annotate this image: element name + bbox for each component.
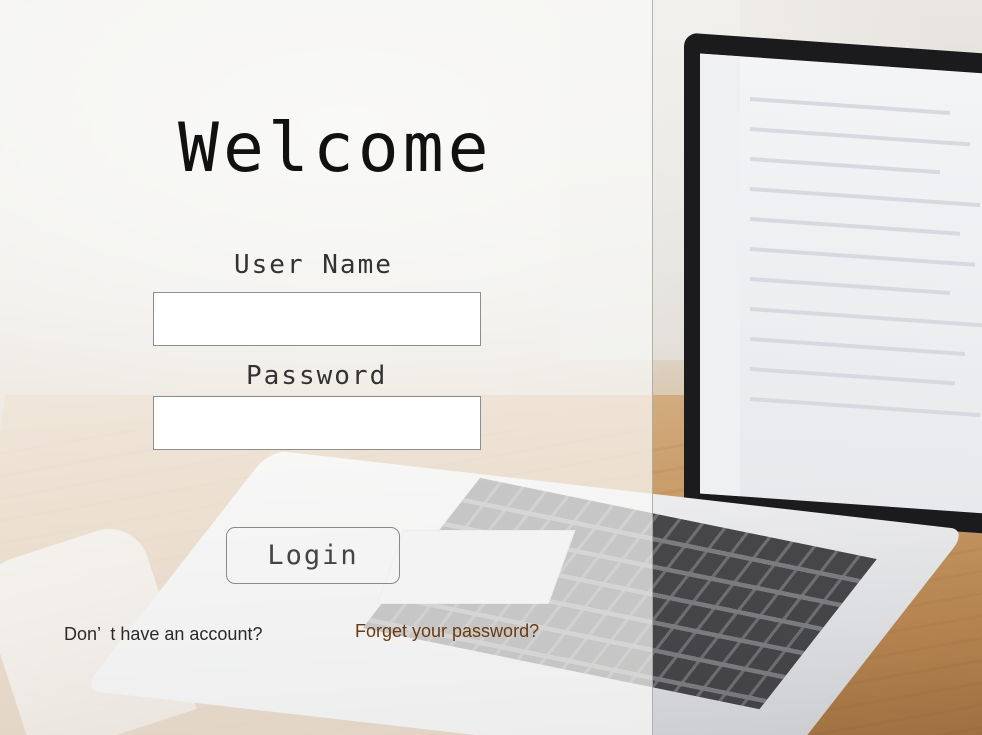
laptop-display-row bbox=[750, 97, 950, 115]
laptop-display-row bbox=[750, 367, 955, 386]
page-title: Welcome bbox=[178, 109, 493, 188]
laptop-display-row bbox=[750, 127, 970, 147]
laptop-display-row bbox=[750, 277, 950, 295]
laptop-display-row bbox=[750, 307, 982, 328]
password-label: Password bbox=[246, 361, 388, 391]
laptop-display-row bbox=[750, 217, 960, 236]
signup-link[interactable]: Don’ t have an account? bbox=[64, 624, 262, 645]
laptop-display-row bbox=[750, 397, 980, 418]
username-input[interactable] bbox=[153, 292, 481, 346]
login-button[interactable]: Login bbox=[226, 527, 400, 584]
laptop-display-row bbox=[750, 247, 975, 267]
login-panel: Welcome User Name Password Login Don’ t … bbox=[0, 0, 653, 735]
password-input[interactable] bbox=[153, 396, 481, 450]
laptop-display-row bbox=[750, 337, 965, 357]
laptop-display-row bbox=[750, 187, 980, 208]
laptop-display bbox=[700, 53, 982, 515]
laptop-display-row bbox=[750, 157, 940, 175]
username-label: User Name bbox=[234, 250, 393, 280]
forgot-password-link[interactable]: Forget your password? bbox=[355, 621, 539, 642]
laptop-display-sidebar bbox=[700, 53, 740, 497]
